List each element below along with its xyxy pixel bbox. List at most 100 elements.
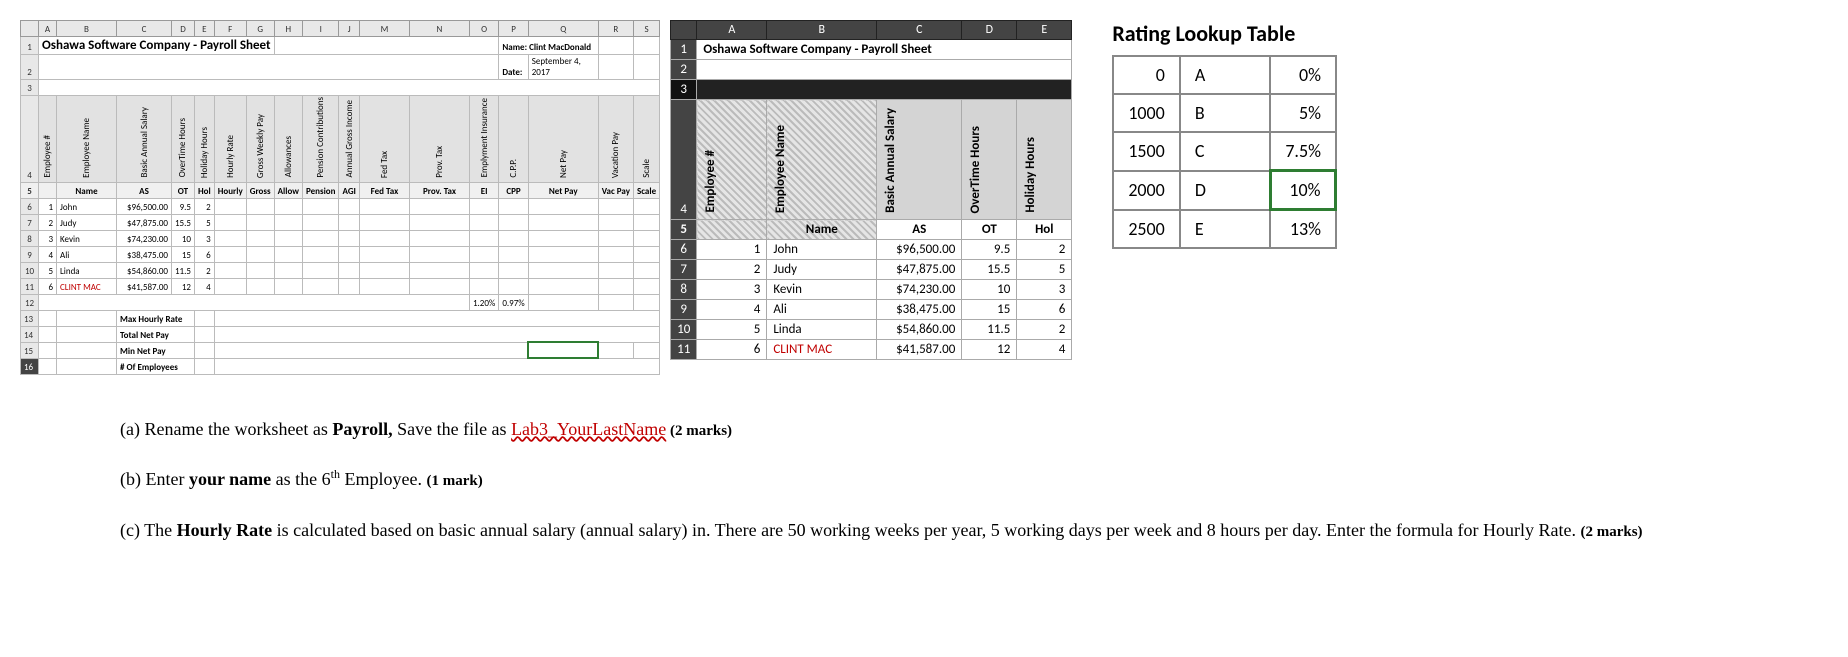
zoom-cell-ot[interactable]: 9.5 (962, 240, 1017, 260)
cell-empnum[interactable]: 6 (39, 278, 57, 294)
zoom-row-7[interactable]: 7 (671, 260, 697, 280)
zoom-col-E[interactable]: E (1017, 21, 1072, 40)
zoom-cell-empnum[interactable]: 2 (697, 260, 767, 280)
zoom-cell-salary[interactable]: $74,230.00 (877, 280, 962, 300)
cell-ot[interactable]: 10 (172, 230, 195, 246)
cell-empnum[interactable]: 3 (39, 230, 57, 246)
zoom-cell-hol[interactable]: 2 (1017, 320, 1072, 340)
col-E[interactable]: E (194, 21, 214, 37)
zoom-cell-empnum[interactable]: 6 (697, 340, 767, 360)
zoom-cell-ot[interactable]: 12 (962, 340, 1017, 360)
cell-hol[interactable]: 2 (194, 198, 214, 214)
zoom-cell-salary[interactable]: $41,587.00 (877, 340, 962, 360)
zoom-col-A[interactable]: A (697, 21, 767, 40)
zoom-cell-empnum[interactable]: 5 (697, 320, 767, 340)
row-11[interactable]: 11 (21, 278, 39, 294)
cell-empnum[interactable]: 4 (39, 246, 57, 262)
zoom-cell-empnum[interactable]: 3 (697, 280, 767, 300)
zoom-row-10[interactable]: 10 (671, 320, 697, 340)
zoom-row-3[interactable]: 3 (671, 80, 697, 100)
cell-empnum[interactable]: 2 (39, 214, 57, 230)
zoom-col-C[interactable]: C (877, 21, 962, 40)
col-N[interactable]: N (409, 21, 469, 37)
zoom-row-4[interactable]: 4 (671, 100, 697, 220)
col-R[interactable]: R (598, 21, 633, 37)
zoom-row-8[interactable]: 8 (671, 280, 697, 300)
zoom-cell-salary[interactable]: $54,860.00 (877, 320, 962, 340)
zoom-cell-name[interactable]: CLINT MAC (767, 340, 877, 360)
cell-salary[interactable]: $47,875.00 (117, 214, 172, 230)
cell-name[interactable]: Kevin (57, 230, 117, 246)
col-D[interactable]: D (172, 21, 195, 37)
row-8[interactable]: 8 (21, 230, 39, 246)
cell-salary[interactable]: $38,475.00 (117, 246, 172, 262)
zoom-row-11[interactable]: 11 (671, 340, 697, 360)
col-A[interactable]: A (39, 21, 57, 37)
zoom-cell-hol[interactable]: 6 (1017, 300, 1072, 320)
cell-salary[interactable]: $74,230.00 (117, 230, 172, 246)
zoom-cell-name[interactable]: Judy (767, 260, 877, 280)
cell-salary[interactable]: $41,587.00 (117, 278, 172, 294)
col-M[interactable]: M (359, 21, 409, 37)
cell-ot[interactable]: 11.5 (172, 262, 195, 278)
row-1[interactable]: 1 (21, 37, 39, 55)
col-H[interactable]: H (274, 21, 302, 37)
row-9[interactable]: 9 (21, 246, 39, 262)
row-16[interactable]: 16 (21, 358, 39, 374)
zoom-col-B[interactable]: B (767, 21, 877, 40)
row-3[interactable]: 3 (21, 80, 39, 96)
cell-ot[interactable]: 12 (172, 278, 195, 294)
zoom-cell-ot[interactable]: 11.5 (962, 320, 1017, 340)
zoom-col-D[interactable]: D (962, 21, 1017, 40)
zoom-row-5[interactable]: 5 (671, 220, 697, 240)
cell-ot[interactable]: 15 (172, 246, 195, 262)
row-6[interactable]: 6 (21, 198, 39, 214)
zoom-corner[interactable] (671, 21, 697, 40)
col-G[interactable]: G (246, 21, 274, 37)
zoom-cell-name[interactable]: Kevin (767, 280, 877, 300)
zoom-cell-ot[interactable]: 15 (962, 300, 1017, 320)
zoom-cell-empnum[interactable]: 4 (697, 300, 767, 320)
cell-empnum[interactable]: 5 (39, 262, 57, 278)
row-2[interactable]: 2 (21, 55, 39, 80)
zoom-row-9[interactable]: 9 (671, 300, 697, 320)
zoom-cell-ot[interactable]: 10 (962, 280, 1017, 300)
col-J[interactable]: J (339, 21, 359, 37)
col-Q[interactable]: Q (528, 21, 598, 37)
cell-name[interactable]: Judy (57, 214, 117, 230)
col-O[interactable]: O (469, 21, 498, 37)
zoom-row-6[interactable]: 6 (671, 240, 697, 260)
cell-salary[interactable]: $54,860.00 (117, 262, 172, 278)
zoom-cell-salary[interactable]: $38,475.00 (877, 300, 962, 320)
zoom-cell-hol[interactable]: 4 (1017, 340, 1072, 360)
row-12[interactable]: 12 (21, 294, 39, 310)
cell-name[interactable]: John (57, 198, 117, 214)
row-14[interactable]: 14 (21, 326, 39, 342)
zoom-cell-salary[interactable]: $96,500.00 (877, 240, 962, 260)
payroll-sheet-small[interactable]: ABCDEFGHIJMNOPQRS 1Oshawa Software Compa… (20, 20, 660, 375)
selected-cell[interactable] (528, 342, 598, 358)
cell-hol[interactable]: 5 (194, 214, 214, 230)
cell-hol[interactable]: 6 (194, 246, 214, 262)
cell-hol[interactable]: 3 (194, 230, 214, 246)
cell-name[interactable]: Linda (57, 262, 117, 278)
zoom-cell-empnum[interactable]: 1 (697, 240, 767, 260)
cell-ot[interactable]: 15.5 (172, 214, 195, 230)
row-4[interactable]: 4 (21, 96, 39, 183)
zoom-cell-hol[interactable]: 2 (1017, 240, 1072, 260)
row-13[interactable]: 13 (21, 310, 39, 326)
cell-salary[interactable]: $96,500.00 (117, 198, 172, 214)
zoom-row-1[interactable]: 1 (671, 40, 697, 60)
col-C[interactable]: C (117, 21, 172, 37)
zoom-row-2[interactable]: 2 (671, 60, 697, 80)
row-7[interactable]: 7 (21, 214, 39, 230)
col-F[interactable]: F (214, 21, 246, 37)
zoom-cell-name[interactable]: Ali (767, 300, 877, 320)
col-B[interactable]: B (57, 21, 117, 37)
col-P[interactable]: P (499, 21, 528, 37)
zoom-cell-hol[interactable]: 3 (1017, 280, 1072, 300)
zoom-cell-name[interactable]: John (767, 240, 877, 260)
zoom-cell-name[interactable]: Linda (767, 320, 877, 340)
select-all-corner[interactable] (21, 21, 39, 37)
payroll-sheet-zoom[interactable]: ABCDE 1Oshawa Software Company - Payroll… (670, 20, 1072, 360)
